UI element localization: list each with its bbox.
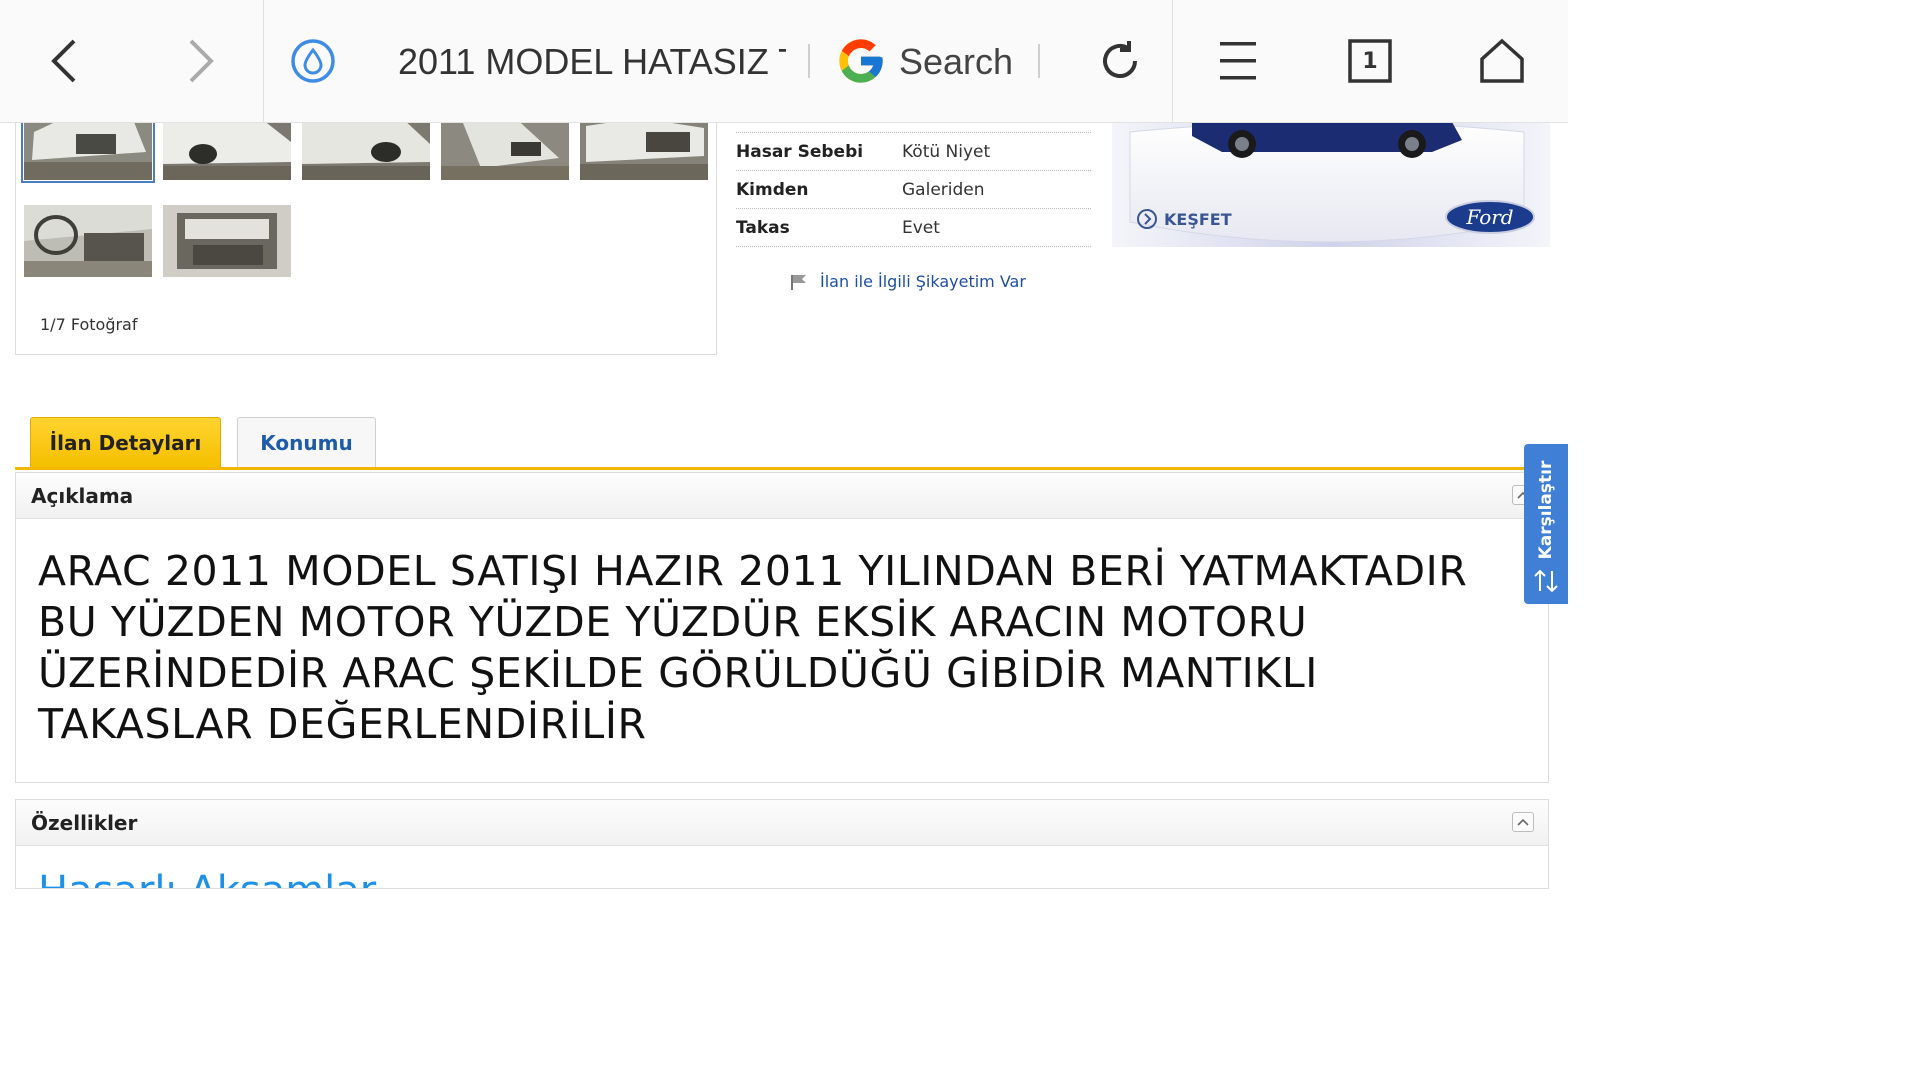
home-icon — [1480, 38, 1524, 83]
features-panel: Özellikler Hasarlı Aksamlar — [15, 799, 1549, 889]
site-info-button[interactable] — [285, 0, 341, 122]
google-logo[interactable] — [833, 0, 889, 122]
reload-icon — [1103, 41, 1137, 78]
detail-value: Galeriden — [902, 180, 985, 200]
chevron-right-icon — [189, 39, 214, 83]
search-label[interactable]: Search — [899, 38, 1013, 86]
tab-count: 1 — [1362, 48, 1378, 74]
listing-details: Hasar Sebebi Kötü Niyet Kimden Galeriden… — [736, 122, 1091, 247]
features-title: Özellikler — [31, 810, 138, 835]
detail-value: Evet — [902, 218, 940, 238]
chevron-left-icon — [51, 39, 76, 83]
menu-button[interactable] — [1210, 0, 1266, 122]
features-group-title: Hasarlı Aksamlar — [38, 868, 376, 888]
toolbar-separator — [1172, 0, 1173, 122]
page-title[interactable]: 2011 MODEL HATASIZ TEMİZ — [398, 38, 786, 86]
gallery-thumbnail[interactable] — [24, 205, 152, 277]
chevron-up-icon — [1517, 818, 1529, 826]
detail-row: Kimden Galeriden — [736, 171, 1091, 209]
browser-toolbar: 2011 MODEL HATASIZ TEMİZ Search 1 — [0, 0, 1568, 123]
swap-vertical-icon — [1534, 569, 1558, 593]
photo-gallery: 1/7 Fotoğraf — [15, 109, 717, 355]
compare-button[interactable]: Karşılaştır — [1524, 444, 1568, 604]
ad-cta-label: KEŞFET — [1164, 209, 1232, 229]
detail-key: Takas — [736, 218, 790, 238]
detail-row-partial — [736, 122, 1091, 133]
description-text: ARAC 2011 MODEL SATIŞI HAZIR 2011 YILIND… — [38, 547, 1468, 748]
tab-location[interactable]: Konumu — [237, 417, 376, 467]
description-title: Açıklama — [31, 483, 134, 508]
compare-label: Karşılaştır — [1536, 460, 1556, 560]
detail-row: Takas Evet — [736, 209, 1091, 247]
back-button[interactable] — [30, 0, 100, 122]
forward-button[interactable] — [165, 0, 235, 122]
detail-row: Hasar Sebebi Kötü Niyet — [736, 133, 1091, 171]
tabs-button[interactable]: 1 — [1340, 0, 1400, 122]
circle-arrow-icon — [1137, 209, 1157, 229]
complaint-link-label: İlan ile İlgili Şikayetim Var — [820, 272, 1026, 291]
gallery-thumbnail[interactable] — [163, 205, 291, 277]
tab-listing-details[interactable]: İlan Detayları — [30, 417, 221, 467]
flag-icon — [791, 274, 806, 290]
url-divider — [1038, 44, 1040, 78]
reload-button[interactable] — [1090, 0, 1150, 122]
collapse-button[interactable] — [1512, 812, 1534, 832]
detail-value: Kötü Niyet — [902, 142, 991, 162]
features-header: Özellikler — [16, 800, 1548, 846]
home-button[interactable] — [1470, 0, 1534, 122]
tab-underline — [15, 467, 1550, 470]
water-drop-icon — [291, 39, 335, 83]
toolbar-separator — [263, 0, 264, 122]
page-content: 1/7 Fotoğraf Hasar Sebebi Kötü Niyet Kim… — [0, 109, 1568, 889]
ford-logo: Ford — [1465, 205, 1513, 229]
hamburger-menu-icon — [1220, 42, 1256, 80]
advertisement-banner[interactable]: Ford KEŞFET — [1112, 122, 1550, 247]
detail-key: Hasar Sebebi — [736, 142, 864, 162]
url-divider — [808, 44, 810, 78]
google-g-icon — [839, 39, 883, 83]
detail-key: Kimden — [736, 180, 809, 200]
description-header: Açıklama — [16, 473, 1548, 519]
photo-count: 1/7 Fotoğraf — [40, 315, 138, 334]
ad-cta[interactable]: KEŞFET — [1136, 208, 1232, 230]
description-panel: Açıklama ARAC 2011 MODEL SATIŞI HAZIR 20… — [15, 472, 1549, 783]
complaint-link[interactable]: İlan ile İlgili Şikayetim Var — [790, 272, 1026, 291]
